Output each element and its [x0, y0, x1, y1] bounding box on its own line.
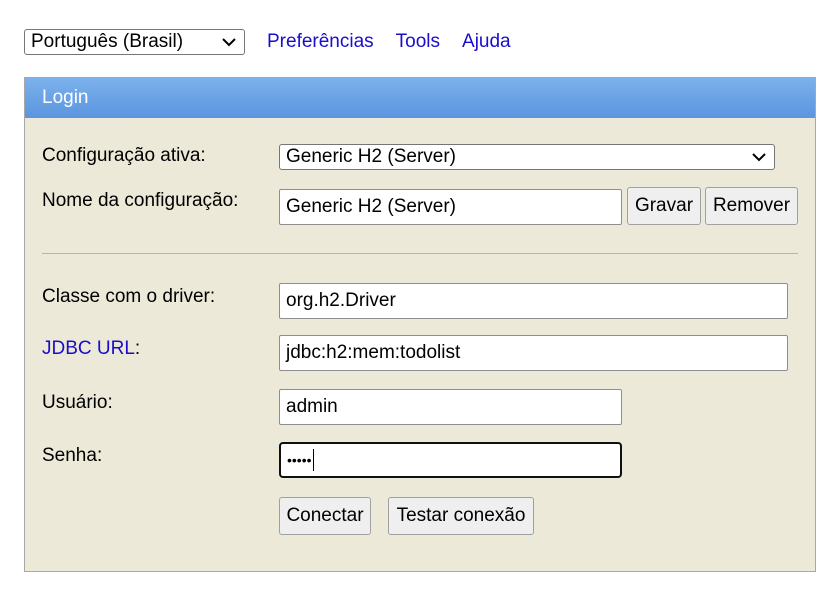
- login-panel: Login Configuração ativa: Generic H2 (Se…: [24, 77, 816, 572]
- chevron-down-icon: [752, 153, 766, 162]
- text-caret: [312, 449, 314, 471]
- jdbc-url-value: jdbc:h2:mem:todolist: [286, 342, 461, 363]
- login-panel-title: Login: [25, 78, 815, 118]
- active-config-select[interactable]: Generic H2 (Server): [279, 144, 775, 170]
- jdbc-url-link[interactable]: JDBC URL: [42, 338, 135, 359]
- password-label: Senha:: [42, 445, 103, 466]
- jdbc-url-input[interactable]: jdbc:h2:mem:todolist: [279, 335, 788, 371]
- user-value: admin: [286, 396, 338, 417]
- divider: [42, 253, 798, 254]
- active-config-select-value: Generic H2 (Server): [286, 146, 456, 167]
- config-name-value: Generic H2 (Server): [286, 196, 456, 217]
- config-name-input[interactable]: Generic H2 (Server): [279, 189, 622, 225]
- top-bar: Português (Brasil) Preferências Tools Aj…: [24, 29, 511, 55]
- driver-class-value: org.h2.Driver: [286, 290, 396, 311]
- connect-button[interactable]: Conectar: [279, 497, 371, 535]
- user-input[interactable]: admin: [279, 389, 622, 425]
- password-value: •••••: [287, 452, 312, 468]
- test-connection-button[interactable]: Testar conexão: [388, 497, 534, 535]
- remove-button[interactable]: Remover: [705, 187, 798, 225]
- user-label: Usuário:: [42, 392, 113, 413]
- tools-link[interactable]: Tools: [396, 31, 440, 53]
- active-config-label: Configuração ativa:: [42, 145, 206, 166]
- jdbc-url-colon: :: [134, 338, 141, 359]
- driver-class-label: Classe com o driver:: [42, 286, 216, 307]
- jdbc-url-label: JDBC URL:: [42, 338, 140, 360]
- language-select-value: Português (Brasil): [31, 31, 184, 52]
- save-button[interactable]: Gravar: [627, 187, 701, 225]
- help-link[interactable]: Ajuda: [462, 31, 511, 53]
- driver-class-input[interactable]: org.h2.Driver: [279, 283, 788, 319]
- password-input[interactable]: •••••: [279, 442, 622, 478]
- chevron-down-icon: [222, 38, 236, 47]
- language-select[interactable]: Português (Brasil): [24, 29, 245, 55]
- config-name-label: Nome da configuração:: [42, 190, 239, 211]
- preferences-link[interactable]: Preferências: [267, 31, 374, 53]
